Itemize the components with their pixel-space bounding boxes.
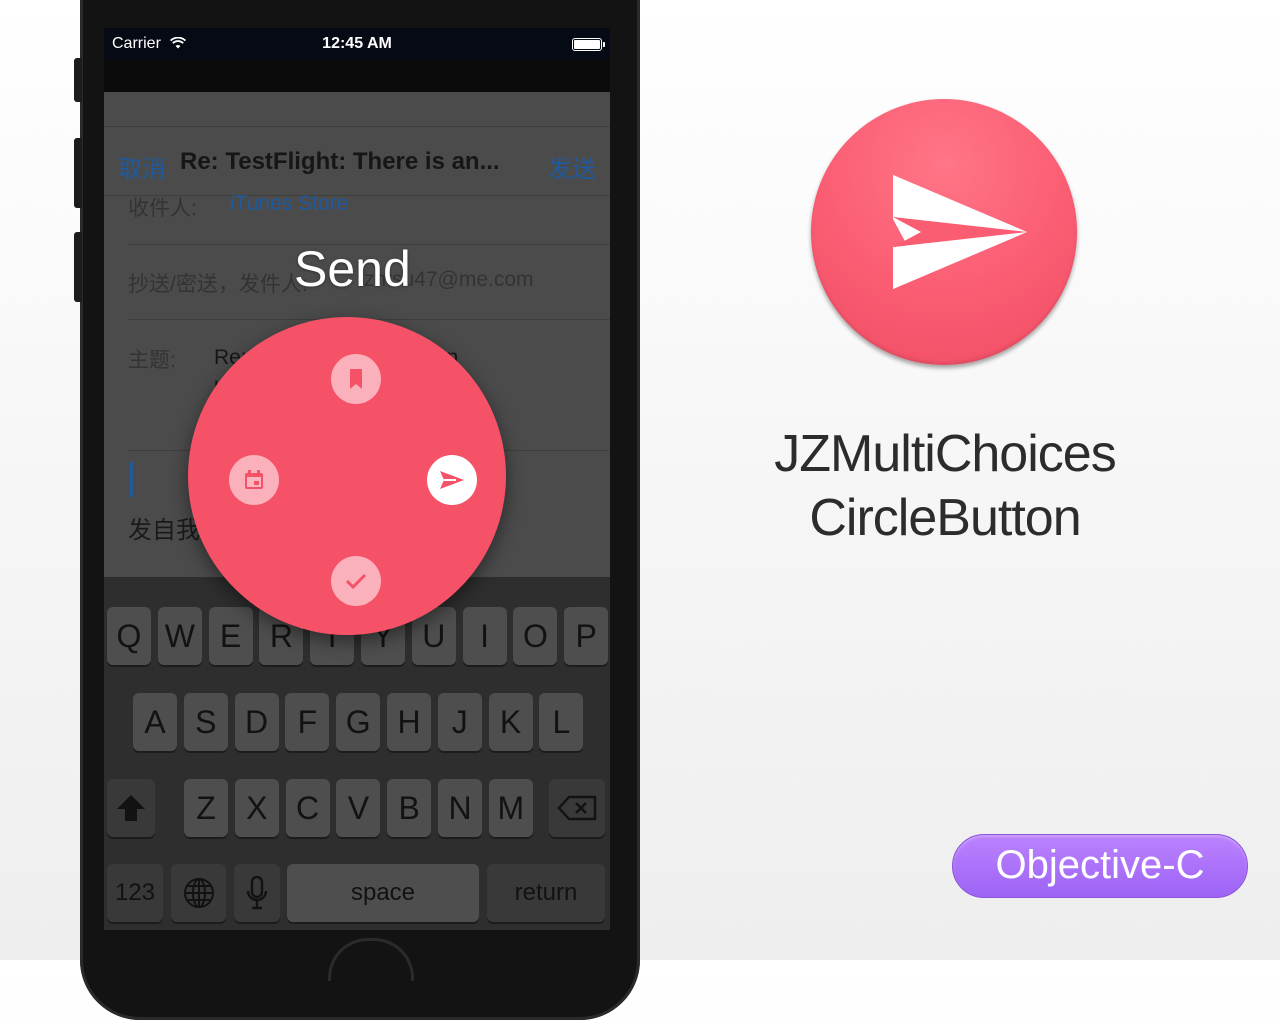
key-l[interactable]: L xyxy=(539,693,584,751)
key-j[interactable]: J xyxy=(437,693,482,751)
mute-switch xyxy=(74,58,82,102)
subject-label: 主题: xyxy=(128,349,176,372)
mail-title: Re: TestFlight: There is an... xyxy=(180,148,500,175)
delete-key[interactable] xyxy=(549,779,605,837)
big-send-button[interactable] xyxy=(811,99,1077,365)
radial-menu-label: Send xyxy=(294,241,411,297)
check-icon[interactable] xyxy=(331,556,381,606)
return-key[interactable]: return xyxy=(487,864,605,922)
text-cursor xyxy=(130,462,133,497)
send-button[interactable]: 发送 xyxy=(548,149,596,184)
key-w[interactable]: W xyxy=(157,607,202,665)
key-p[interactable]: P xyxy=(564,607,609,665)
clock: 12:45 AM xyxy=(322,35,392,52)
globe-key[interactable] xyxy=(171,864,226,922)
key-z[interactable]: Z xyxy=(184,779,228,837)
key-m[interactable]: M xyxy=(488,779,533,837)
cancel-button[interactable]: 取消 xyxy=(118,149,166,184)
radial-menu xyxy=(188,317,506,635)
bookmark-icon[interactable] xyxy=(331,354,381,404)
key-x[interactable]: X xyxy=(234,779,279,837)
microphone-key[interactable] xyxy=(234,864,280,922)
battery-icon xyxy=(572,38,605,51)
key-k[interactable]: K xyxy=(488,693,533,751)
key-h[interactable]: H xyxy=(387,693,431,751)
key-q[interactable]: Q xyxy=(107,607,151,665)
key-f[interactable]: F xyxy=(285,693,330,751)
key-b[interactable]: B xyxy=(387,779,432,837)
to-label: 收件人: xyxy=(128,197,197,220)
mail-header: 取消 Re: TestFlight: There is an... 发送 xyxy=(104,126,610,196)
volume-up-button xyxy=(74,138,82,208)
calendar-icon[interactable] xyxy=(229,455,279,505)
key-a[interactable]: A xyxy=(133,693,177,751)
shift-key[interactable] xyxy=(107,779,155,837)
project-title-line1: JZMultiChoices xyxy=(774,425,1116,483)
numbers-key[interactable]: 123 xyxy=(107,864,163,922)
space-key[interactable]: space xyxy=(287,864,479,922)
key-v[interactable]: V xyxy=(336,779,381,837)
send-icon[interactable] xyxy=(427,455,477,505)
key-n[interactable]: N xyxy=(438,779,482,837)
key-e[interactable]: E xyxy=(208,607,253,665)
key-s[interactable]: S xyxy=(183,693,228,751)
key-i[interactable]: I xyxy=(462,607,507,665)
volume-down-button xyxy=(74,232,82,302)
key-d[interactable]: D xyxy=(234,693,279,751)
send-icon xyxy=(893,175,1027,289)
key-g[interactable]: G xyxy=(336,693,381,751)
key-o[interactable]: O xyxy=(513,607,558,665)
language-badge: Objective-C xyxy=(952,834,1248,898)
cc-label: 抄送/密送，发件人: xyxy=(128,273,308,296)
key-c[interactable]: C xyxy=(285,779,330,837)
to-field[interactable]: iTunes Store xyxy=(230,192,348,216)
status-bar: Carrier 12:45 AM xyxy=(104,28,610,60)
project-title-line2: CircleButton xyxy=(809,489,1081,547)
